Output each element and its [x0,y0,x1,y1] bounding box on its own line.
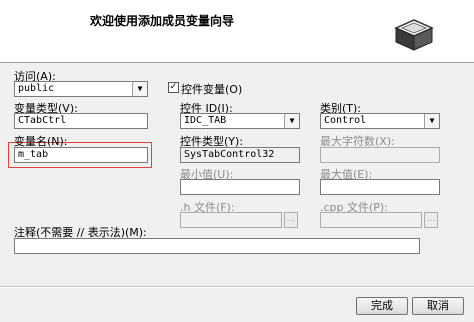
cpp-file-input[interactable] [320,212,422,228]
min-value-input[interactable] [180,179,300,195]
cancel-button[interactable]: 取消 [412,297,464,315]
variable-name-input[interactable]: m_tab [14,147,148,163]
variable-type-field[interactable]: CTabCtrl [14,113,148,129]
category-value: Control [324,115,367,126]
h-file-browse-button[interactable]: ... [284,212,298,228]
cpp-file-browse-button[interactable]: ... [424,212,438,228]
category-combo[interactable]: Control ▼ [320,113,440,129]
control-id-combo[interactable]: IDC_TAB ▼ [180,113,300,129]
wizard-title: 欢迎使用添加成员变量向导 [90,14,235,28]
wizard-header: 欢迎使用添加成员变量向导 [0,0,474,63]
control-id-value: IDC_TAB [184,115,227,126]
footer-separator [0,286,474,288]
chevron-down-icon[interactable]: ▼ [424,114,439,128]
access-value: public [18,83,55,94]
control-type-value: SysTabControl32 [184,149,275,160]
max-chars-input[interactable] [320,147,440,163]
max-value-input[interactable] [320,179,440,195]
access-combo[interactable]: public ▼ [14,81,148,97]
chevron-down-icon[interactable]: ▼ [132,82,147,96]
chevron-down-icon[interactable]: ▼ [284,114,299,128]
h-file-input[interactable] [180,212,282,228]
variable-name-value: m_tab [18,149,49,160]
control-type-field: SysTabControl32 [180,147,300,163]
finish-button[interactable]: 完成 [356,297,408,315]
control-variable-label: 控件变量(O) [181,83,243,96]
wizard-box-icon [394,19,434,51]
comment-input[interactable] [14,238,420,254]
control-variable-checkbox[interactable]: ✓ [168,82,179,93]
variable-type-value: CTabCtrl [18,115,67,126]
